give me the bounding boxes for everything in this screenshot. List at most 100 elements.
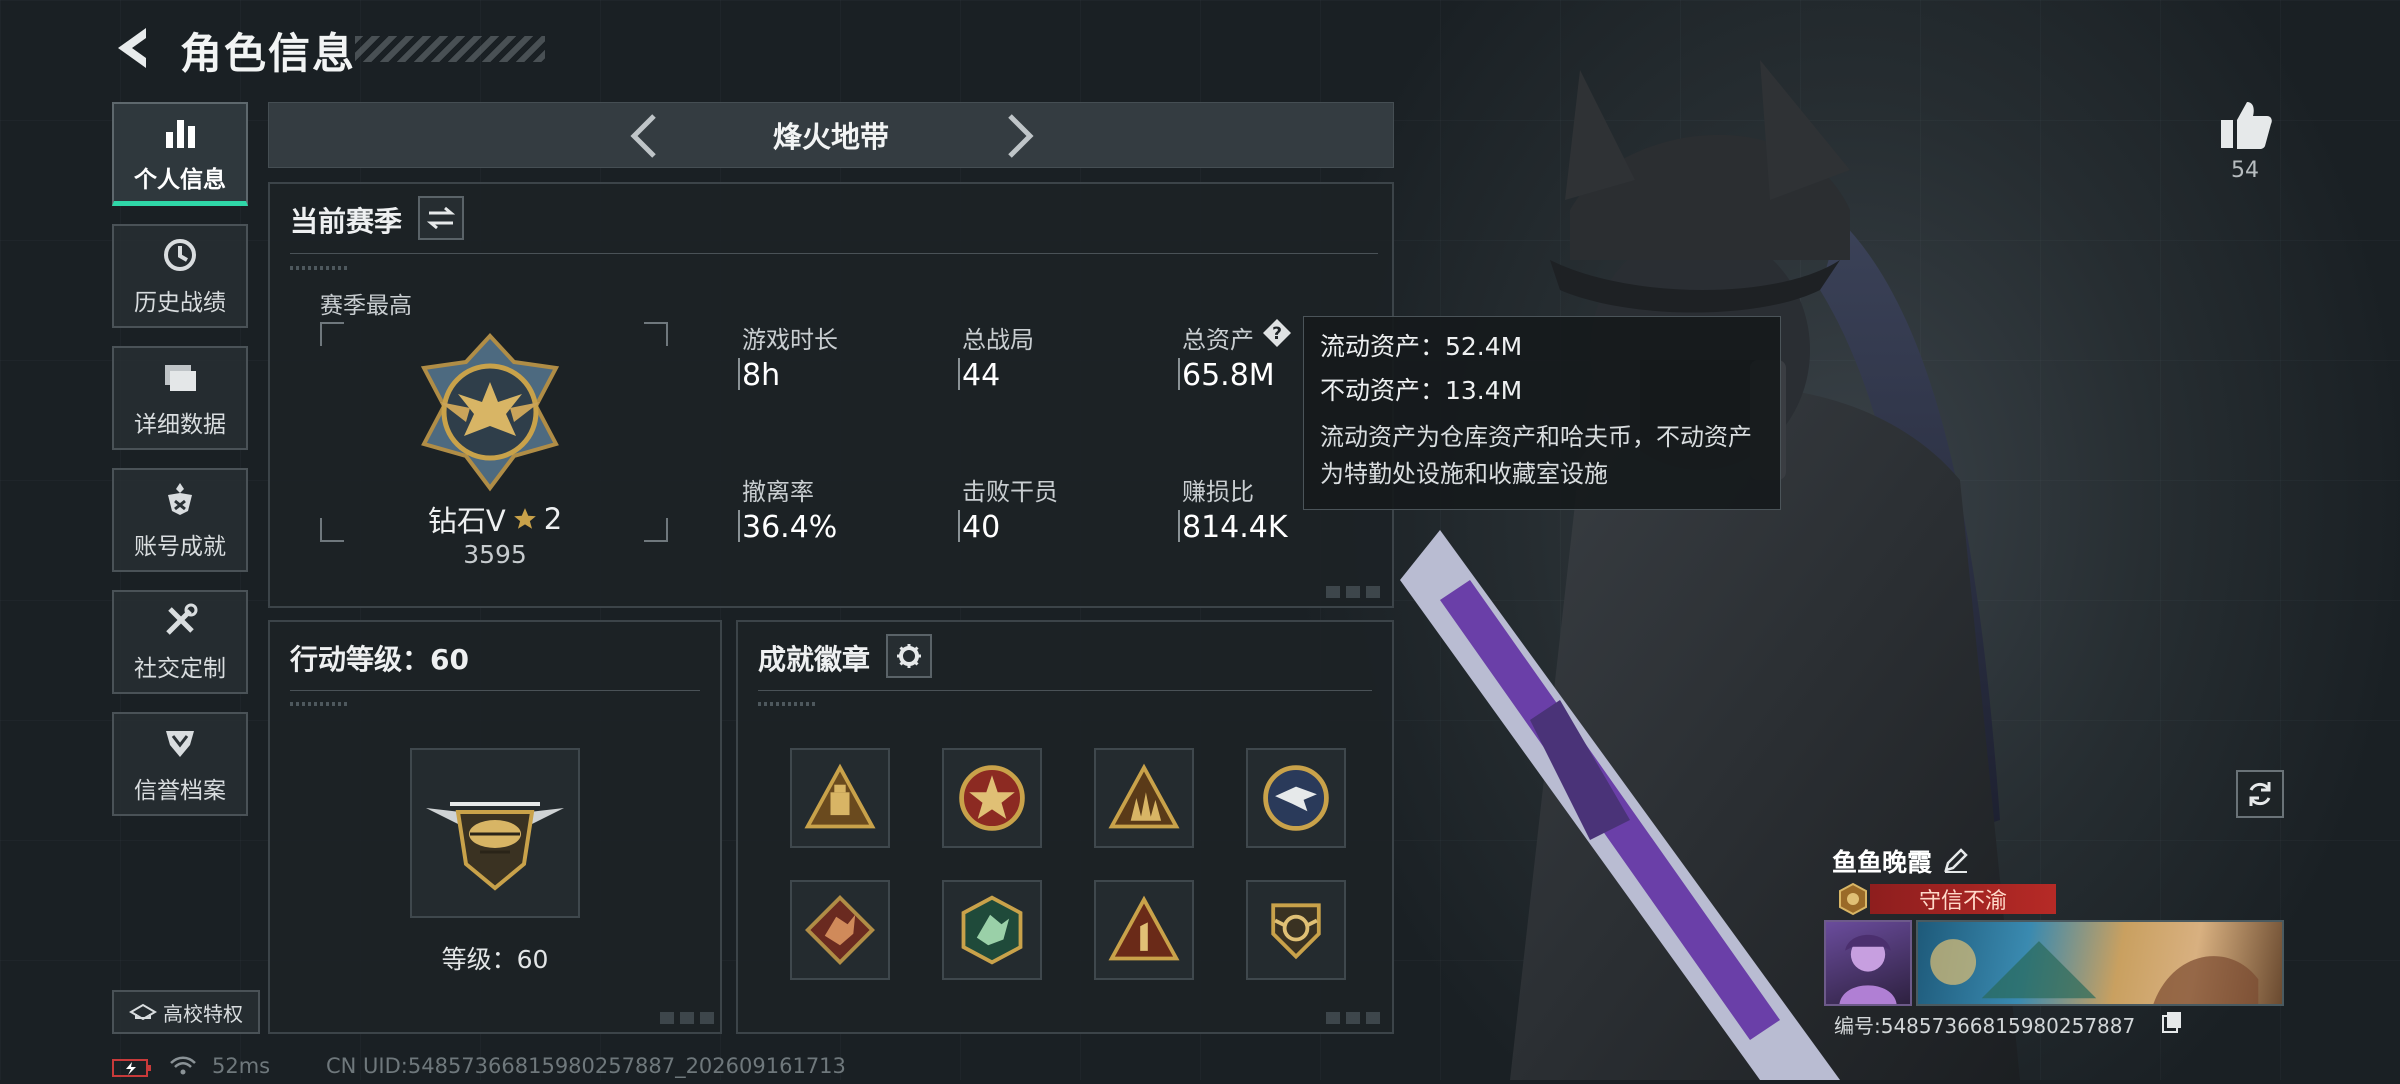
stat-value-kills: 40 bbox=[962, 510, 1001, 545]
stat-value-playtime: 8h bbox=[742, 358, 781, 393]
tooltip-description-line1: 流动资产为仓库资产和哈夫币，不动资产 bbox=[1320, 423, 1752, 451]
bracket-decoration bbox=[644, 518, 668, 542]
level-title: 行动等级：60 bbox=[290, 643, 469, 676]
sidebar-item-reputation[interactable]: 信誉档案 bbox=[112, 712, 248, 816]
bracket-decoration bbox=[320, 518, 344, 542]
mode-prev-button[interactable] bbox=[618, 108, 674, 164]
badges-settings-button[interactable] bbox=[886, 634, 932, 678]
player-avatar[interactable] bbox=[1824, 920, 1912, 1006]
campus-privilege-button[interactable]: 高校特权 bbox=[112, 990, 260, 1034]
micro-decoration bbox=[290, 266, 350, 270]
sidebar-item-label: 个人信息 bbox=[134, 166, 226, 193]
pencil-icon bbox=[1944, 848, 1968, 873]
tooltip-liquid-assets: 流动资产：52.4M bbox=[1320, 332, 1523, 361]
edit-name-button[interactable] bbox=[1942, 846, 1970, 874]
stat-bar bbox=[958, 510, 960, 542]
number-one-badge-icon bbox=[1108, 895, 1180, 961]
campus-icon bbox=[129, 1003, 157, 1021]
achievement-icon bbox=[168, 483, 192, 515]
back-arrow-icon[interactable] bbox=[112, 24, 156, 72]
like-button[interactable] bbox=[2215, 96, 2275, 152]
rank-name: 钻石V bbox=[427, 504, 506, 538]
micro-decoration bbox=[290, 702, 350, 706]
folders-icon bbox=[165, 365, 196, 391]
avatar-portrait-icon bbox=[1839, 934, 1897, 1004]
rank-line: 钻石V 2 bbox=[420, 498, 570, 540]
title-emblem-icon bbox=[1836, 882, 1870, 916]
battery-icon bbox=[112, 1058, 152, 1078]
refresh-icon bbox=[2249, 782, 2271, 806]
badge-slot[interactable] bbox=[790, 880, 890, 980]
mode-title: 烽火地带 bbox=[772, 120, 889, 154]
mode-selector-bar: 烽火地带 bbox=[268, 102, 1394, 168]
stat-label-matches: 总战局 bbox=[962, 326, 1034, 354]
bracket-decoration bbox=[644, 322, 668, 346]
stat-bar bbox=[958, 358, 960, 390]
wings-badge-icon bbox=[1271, 903, 1321, 960]
eagle-badge-icon bbox=[1263, 765, 1329, 831]
refresh-button[interactable] bbox=[2236, 770, 2284, 818]
swap-arrows-icon bbox=[426, 206, 456, 230]
uid-text: CN UID:54857366815980257887_202609161713 bbox=[326, 1054, 846, 1078]
stat-value-profit-ratio: 814.4K bbox=[1182, 510, 1288, 545]
rank-stars: 2 bbox=[543, 502, 563, 536]
badge-slot[interactable] bbox=[942, 880, 1042, 980]
sidebar-item-label: 历史战绩 bbox=[134, 290, 226, 316]
player-name: 鱼鱼晚霞 bbox=[1832, 848, 1933, 877]
sidebar-item-achievements[interactable]: 账号成就 bbox=[112, 468, 248, 572]
stat-value-assets: 65.8M bbox=[1182, 358, 1275, 393]
copy-icon bbox=[2162, 1012, 2181, 1033]
stat-label-profit-ratio: 赚损比 bbox=[1182, 478, 1254, 506]
badges-title: 成就徽章 bbox=[758, 643, 871, 676]
corner-decoration bbox=[1326, 586, 1382, 598]
player-id: 编号:54857366815980257887 bbox=[1834, 1014, 2136, 1038]
star-icon bbox=[513, 508, 536, 529]
season-divider bbox=[290, 253, 1378, 254]
page-title: 角色信息 bbox=[180, 29, 357, 78]
badge-slot[interactable] bbox=[1246, 880, 1346, 980]
badge-slot[interactable] bbox=[790, 748, 890, 848]
player-banner[interactable] bbox=[1916, 920, 2284, 1006]
stat-bar bbox=[738, 358, 740, 390]
badge-slot[interactable] bbox=[1094, 748, 1194, 848]
dragon-badge-icon bbox=[805, 895, 875, 965]
gear-icon bbox=[897, 644, 921, 668]
sidebar-item-history[interactable]: 历史战绩 bbox=[112, 224, 248, 328]
help-icon[interactable]: ? bbox=[1262, 318, 1292, 348]
sidebar-item-social-custom[interactable]: 社交定制 bbox=[112, 590, 248, 694]
tooltip-fixed-assets: 不动资产：13.4M bbox=[1320, 376, 1523, 405]
banner-illustration-icon bbox=[1930, 939, 2259, 1004]
wifi-icon bbox=[168, 1054, 198, 1078]
badge-slot[interactable] bbox=[1246, 748, 1346, 848]
tools-icon bbox=[166, 603, 198, 635]
badge-slot[interactable] bbox=[1094, 880, 1194, 980]
level-caption: 等级：60 bbox=[441, 945, 549, 974]
chevron-right-icon bbox=[1008, 114, 1034, 158]
stat-label-playtime: 游戏时长 bbox=[742, 326, 838, 354]
copy-id-button[interactable] bbox=[2160, 1010, 2184, 1034]
rank-emblem-icon bbox=[410, 332, 570, 492]
helicopter-emblem-icon bbox=[426, 802, 564, 891]
thumbs-up-icon bbox=[2221, 102, 2272, 149]
stat-label-assets: 总资产 bbox=[1182, 326, 1254, 354]
stat-bar bbox=[738, 510, 740, 542]
micro-decoration bbox=[758, 702, 818, 706]
sidebar-item-label: 信誉档案 bbox=[134, 778, 226, 804]
badge-slot[interactable] bbox=[942, 748, 1042, 848]
level-emblem-frame bbox=[410, 748, 580, 918]
bracket-decoration bbox=[320, 322, 344, 346]
svg-text:?: ? bbox=[1272, 324, 1282, 344]
chevron-left-icon bbox=[630, 114, 656, 158]
season-switch-button[interactable] bbox=[418, 196, 464, 240]
ping-value: 52ms bbox=[212, 1054, 271, 1078]
mode-next-button[interactable] bbox=[990, 108, 1046, 164]
sidebar-item-personal-info[interactable]: 个人信息 bbox=[112, 102, 248, 206]
title-decoration bbox=[355, 36, 545, 62]
sidebar-item-detailed-data[interactable]: 详细数据 bbox=[112, 346, 248, 450]
player-title-tag: 守信不渝 bbox=[1870, 884, 2056, 914]
campus-privilege-label: 高校特权 bbox=[163, 1001, 243, 1026]
stat-label-kills: 击败干员 bbox=[962, 478, 1058, 506]
season-title: 当前赛季 bbox=[290, 205, 403, 238]
assets-tooltip: 流动资产：52.4M 不动资产：13.4M 流动资产为仓库资产和哈夫币，不动资产… bbox=[1303, 316, 1781, 510]
history-clock-icon bbox=[164, 239, 196, 271]
